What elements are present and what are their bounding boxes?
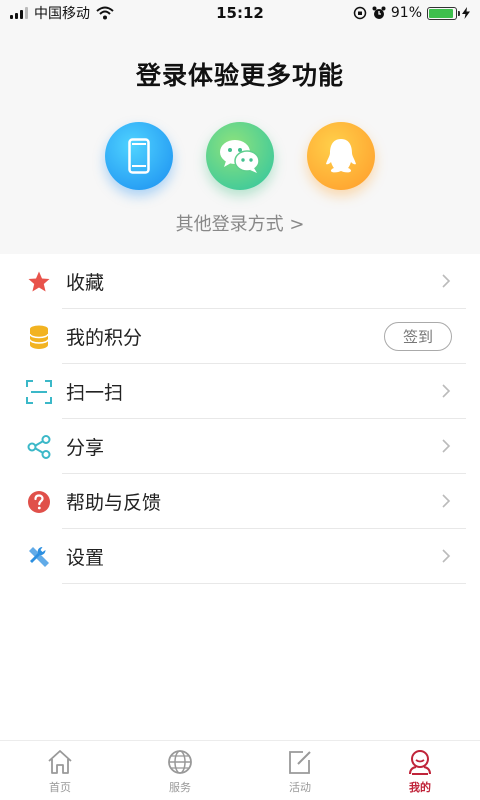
phone-login-button[interactable] xyxy=(105,122,173,190)
sign-in-button[interactable]: 签到 xyxy=(384,322,452,351)
alarm-icon xyxy=(372,6,386,19)
tab-label-activities: 活动 xyxy=(289,781,311,794)
login-methods xyxy=(0,122,480,190)
menu-item-favorites[interactable]: 收藏 xyxy=(0,254,480,309)
chevron-right-icon xyxy=(442,494,451,508)
qq-icon xyxy=(326,139,356,173)
wifi-icon xyxy=(96,6,114,20)
tab-label-mine: 我的 xyxy=(409,781,431,794)
wechat-icon xyxy=(220,140,260,173)
carrier-name: 中国移动 xyxy=(34,6,90,22)
tab-mine[interactable]: 我的 xyxy=(360,741,480,800)
menu-item-share[interactable]: 分享 xyxy=(0,419,480,474)
login-title: 登录体验更多功能 xyxy=(135,61,344,90)
scan-icon xyxy=(26,379,52,404)
menu-label-favorites: 收藏 xyxy=(66,272,105,294)
menu-item-scan[interactable]: 扫一扫 xyxy=(0,364,480,419)
login-section: 登录体验更多功能 其他登录方式 > xyxy=(0,26,480,254)
battery-icon xyxy=(427,6,460,20)
phone-icon xyxy=(128,138,150,174)
chevron-right-icon xyxy=(442,274,451,288)
menu-label-share: 分享 xyxy=(66,437,105,459)
status-bar: 中国移动 15:12 91% xyxy=(0,0,480,26)
coins-icon xyxy=(29,325,49,349)
battery-percent: 91% xyxy=(390,5,422,21)
menu-item-help[interactable]: 帮助与反馈 xyxy=(0,474,480,529)
tab-activities[interactable]: 活动 xyxy=(240,741,360,800)
tab-home[interactable]: 首页 xyxy=(0,741,120,800)
settings-menu: 收藏 我的积分 签到 扫一扫 分享 帮助与反馈 设置 xyxy=(0,254,480,584)
chevron-right-icon xyxy=(442,549,451,563)
chevron-right-icon xyxy=(442,384,451,398)
tab-services[interactable]: 服务 xyxy=(120,741,240,800)
menu-label-scan: 扫一扫 xyxy=(66,382,124,404)
tab-label-home: 首页 xyxy=(49,781,71,794)
home-icon xyxy=(48,750,72,774)
other-login-link[interactable]: 其他登录方式 > xyxy=(0,210,480,236)
globe-icon xyxy=(168,750,192,774)
wechat-login-button[interactable] xyxy=(206,122,274,190)
profile-icon xyxy=(409,750,431,775)
signal-icon xyxy=(10,7,28,19)
charging-icon xyxy=(462,7,470,19)
orientation-lock-icon xyxy=(353,6,367,20)
chevron-right-icon xyxy=(442,439,451,453)
edit-icon xyxy=(289,751,311,774)
menu-label-settings: 设置 xyxy=(66,547,105,569)
menu-item-points[interactable]: 我的积分 签到 xyxy=(0,309,480,364)
settings-icon xyxy=(29,546,49,567)
tab-label-services: 服务 xyxy=(169,781,191,794)
qq-login-button[interactable] xyxy=(307,122,375,190)
star-icon xyxy=(28,271,50,291)
share-icon xyxy=(27,434,51,459)
menu-label-help: 帮助与反馈 xyxy=(66,492,162,514)
menu-item-settings[interactable]: 设置 xyxy=(0,529,480,584)
bottom-tab-bar: 首页 服务 活动 我的 xyxy=(0,740,480,800)
help-icon xyxy=(28,490,50,513)
